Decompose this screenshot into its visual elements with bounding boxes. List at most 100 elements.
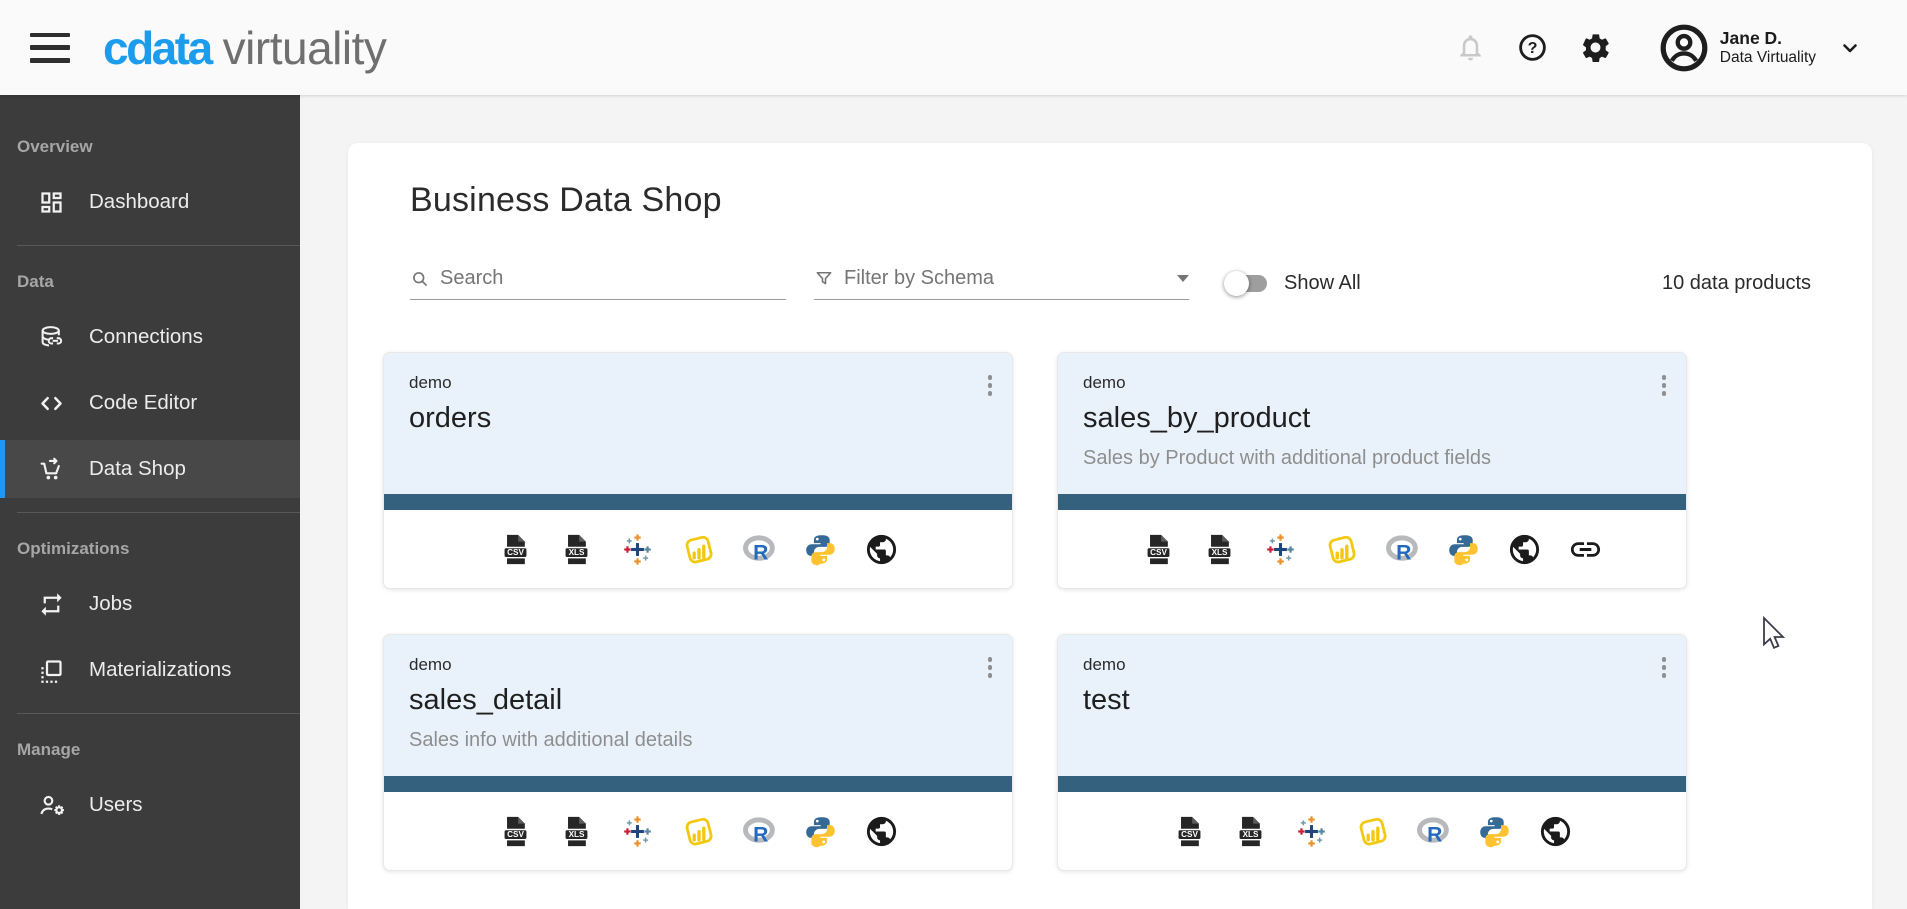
nav-section-label-optimizations: Optimizations [17,539,300,559]
svg-text:?: ? [1527,39,1537,57]
r-export-icon[interactable]: R [1385,532,1420,567]
card-menu-button[interactable] [1656,651,1673,684]
chevron-down-icon[interactable] [1838,36,1862,60]
tableau-export-icon[interactable] [620,532,655,567]
xls-export-icon[interactable]: XLS [559,814,594,849]
data-product-card-sales-by-product[interactable]: demo sales_by_product Sales by Product w… [1057,352,1687,589]
data-product-card-test[interactable]: demo test CSV XLS R [1057,634,1687,871]
svg-text:R: R [753,823,768,846]
sidebar-item-label: Users [89,793,143,817]
card-accent-bar [384,494,1012,510]
web-export-icon[interactable] [1538,814,1573,849]
dropdown-caret-icon [1177,275,1189,282]
svg-text:CSV: CSV [1181,830,1198,839]
product-count: 10 data products [1662,272,1811,295]
card-schema: demo [1083,373,1630,393]
powerbi-export-icon[interactable] [681,814,716,849]
filter-funnel-icon [814,269,834,289]
sidebar-item-code-editor[interactable]: Code Editor [0,374,300,432]
python-export-icon[interactable] [803,814,838,849]
csv-export-icon[interactable]: CSV [1172,814,1207,849]
show-all-label: Show All [1284,272,1361,295]
card-menu-button[interactable] [982,369,999,402]
code-icon [38,390,65,417]
card-accent-bar [384,776,1012,792]
card-menu-button[interactable] [1656,369,1673,402]
card-export-icons: CSV XLS R [1058,792,1686,870]
search-field[interactable] [410,267,786,300]
sidebar-item-label: Code Editor [89,391,197,415]
svg-text:XLS: XLS [568,830,584,839]
show-all-toggle[interactable] [1227,275,1267,292]
controls-row: Filter by Schema Show All 10 data produc… [410,267,1811,300]
card-description: Sales info with additional details [409,729,956,752]
web-export-icon[interactable] [1507,532,1542,567]
card-menu-button[interactable] [982,651,999,684]
web-export-icon[interactable] [864,814,899,849]
sidebar-divider [17,245,300,246]
data-product-card-sales-detail[interactable]: demo sales_detail Sales info with additi… [383,634,1013,871]
r-export-icon[interactable]: R [742,814,777,849]
python-export-icon[interactable] [1446,532,1481,567]
card-accent-bar [1058,494,1686,510]
tableau-export-icon[interactable] [1263,532,1298,567]
sidebar-item-users[interactable]: Users [0,776,300,834]
csv-export-icon[interactable]: CSV [498,814,533,849]
materialize-icon [38,657,65,684]
r-export-icon[interactable]: R [742,532,777,567]
xls-export-icon[interactable]: XLS [1202,532,1237,567]
page-title: Business Data Shop [410,181,1836,220]
user-organization: Data Virtuality [1720,49,1816,68]
sidebar-item-dashboard[interactable]: Dashboard [0,173,300,231]
nav-section-label-data: Data [17,272,300,292]
card-export-icons: CSV XLS R [1058,510,1686,588]
settings-gear-icon[interactable] [1579,31,1612,64]
user-name: Jane D. [1720,28,1816,49]
powerbi-export-icon[interactable] [1355,814,1390,849]
xls-export-icon[interactable]: XLS [559,532,594,567]
logo-cdata: cdata [103,21,211,75]
header-actions: ? Jane D. Data Virtuality [1455,22,1862,74]
csv-export-icon[interactable]: CSV [1141,532,1176,567]
xls-export-icon[interactable]: XLS [1233,814,1268,849]
menu-hamburger-button[interactable] [30,33,70,63]
repeat-icon [38,591,65,618]
card-header: demo sales_detail Sales info with additi… [384,635,1012,776]
sidebar-item-jobs[interactable]: Jobs [0,575,300,633]
web-export-icon[interactable] [864,532,899,567]
sidebar-item-label: Data Shop [89,457,186,481]
search-input[interactable] [440,267,786,290]
card-export-icons: CSV XLS R [384,792,1012,870]
schema-filter-dropdown[interactable]: Filter by Schema [814,267,1189,300]
notifications-bell-icon[interactable] [1455,32,1486,63]
card-header: demo test [1058,635,1686,776]
help-icon[interactable]: ? [1517,32,1548,63]
tableau-export-icon[interactable] [1294,814,1329,849]
svg-text:XLS: XLS [1212,548,1228,557]
powerbi-export-icon[interactable] [1324,532,1359,567]
csv-export-icon[interactable]: CSV [498,532,533,567]
sidebar-item-label: Jobs [89,592,132,616]
data-product-card-orders[interactable]: demo orders CSV XLS R [383,352,1013,589]
card-header: demo orders [384,353,1012,494]
nav-section-label-overview: Overview [17,137,300,157]
python-export-icon[interactable] [1477,814,1512,849]
sidebar-divider [17,713,300,714]
card-export-icons: CSV XLS R [384,510,1012,588]
content-panel: Business Data Shop Filter by Schema Show… [348,143,1872,909]
connections-icon [38,324,65,351]
link-export-icon[interactable] [1568,532,1603,567]
svg-text:CSV: CSV [1150,548,1167,557]
sidebar-item-materializations[interactable]: Materializations [0,641,300,699]
card-header: demo sales_by_product Sales by Product w… [1058,353,1686,494]
user-menu[interactable]: Jane D. Data Virtuality [1658,22,1862,74]
sidebar-item-connections[interactable]: Connections [0,308,300,366]
python-export-icon[interactable] [803,532,838,567]
svg-text:XLS: XLS [568,548,584,557]
app-header: cdata virtuality ? Jane D. Data Virtuali… [0,0,1907,95]
r-export-icon[interactable]: R [1416,814,1451,849]
tableau-export-icon[interactable] [620,814,655,849]
sidebar-item-data-shop[interactable]: Data Shop [0,440,300,498]
powerbi-export-icon[interactable] [681,532,716,567]
card-schema: demo [409,373,956,393]
